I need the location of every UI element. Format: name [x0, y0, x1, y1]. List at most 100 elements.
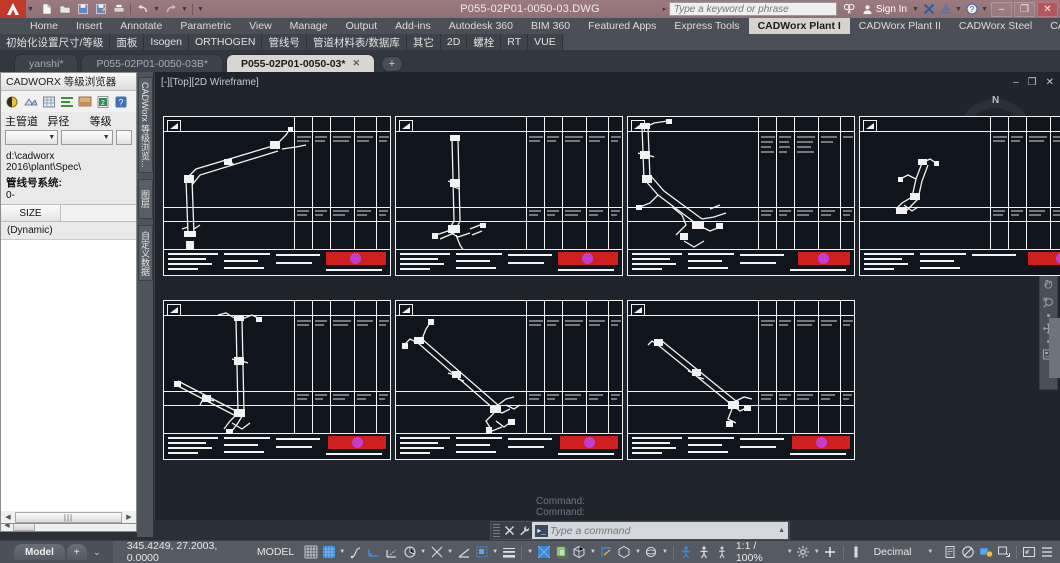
save-icon[interactable]: [74, 1, 91, 17]
close-icon[interactable]: [502, 523, 517, 538]
command-line[interactable]: ▸_ ▲: [490, 521, 790, 540]
annotation-dropdown-arrow[interactable]: ▼: [491, 543, 499, 562]
database-icon[interactable]: [41, 94, 56, 109]
undo-icon[interactable]: [134, 1, 151, 17]
infer-constraints-icon[interactable]: [347, 543, 364, 562]
command-input[interactable]: [550, 525, 778, 537]
search-input[interactable]: [674, 4, 832, 15]
workspace-dropdown-arrow[interactable]: ▼: [526, 543, 534, 562]
main-pipe-select[interactable]: ▼: [5, 130, 58, 145]
palette-horizontal-scrollbar[interactable]: ◀ ||| ▶: [0, 511, 137, 524]
selection-filtering-icon[interactable]: [616, 543, 633, 562]
search-icon[interactable]: [841, 1, 858, 17]
command-expand-icon[interactable]: ▲: [778, 527, 785, 534]
menu-item-rt[interactable]: RT: [501, 34, 528, 50]
document-tab-0050-03[interactable]: P055-02P01-0050-03* ✕: [226, 54, 375, 72]
lineweight-icon[interactable]: [500, 543, 517, 562]
hardware-accel-icon[interactable]: [848, 543, 865, 562]
new-file-icon[interactable]: [38, 1, 55, 17]
ribbon-tab-add-ins[interactable]: Add-ins: [386, 18, 440, 34]
ribbon-tab-cadworx-plant-ii[interactable]: CADWorx Plant II: [850, 18, 950, 34]
clean-screen-icon[interactable]: [995, 543, 1012, 562]
3d-object-snap-icon[interactable]: [571, 543, 588, 562]
annotation-scale-icon[interactable]: [678, 543, 695, 562]
drawing-sheet-tile[interactable]: [395, 300, 623, 460]
annotation-scale-value[interactable]: 1:1 / 100%: [732, 540, 785, 563]
annotation-visibility-toggle-icon[interactable]: [696, 543, 713, 562]
side-tab-spec-viewer[interactable]: CADWorx 等级浏览...: [138, 77, 153, 173]
open-file-icon[interactable]: [56, 1, 73, 17]
model-space-button[interactable]: MODEL: [250, 546, 301, 558]
document-tab-close-icon[interactable]: ✕: [352, 58, 360, 69]
quick-properties-icon[interactable]: [941, 543, 958, 562]
menu-item-isogen[interactable]: Isogen: [144, 34, 189, 50]
qat-dropdown-arrow[interactable]: ▼: [26, 0, 35, 18]
ribbon-tab-featured-apps[interactable]: Featured Apps: [579, 18, 665, 34]
ribbon-tab-home[interactable]: Home: [0, 18, 67, 34]
size-column-header[interactable]: SIZE: [1, 205, 61, 221]
maximize-button[interactable]: ❐: [1014, 2, 1035, 17]
layout-overflow-icon[interactable]: ⌄: [89, 544, 105, 560]
redo-dropdown-arrow[interactable]: ▼: [180, 0, 189, 18]
graphics-performance-icon[interactable]: [977, 543, 994, 562]
ribbon-tab-cadworx-steel[interactable]: CADWorx Steel: [950, 18, 1041, 34]
scroll-left-arrow[interactable]: ◀: [2, 511, 14, 523]
drawing-sheet-tile[interactable]: [627, 300, 855, 460]
import-icon[interactable]: [23, 94, 38, 109]
drawing-sheet-tile[interactable]: [859, 116, 1060, 276]
autodesk-360-dropdown-arrow[interactable]: ▼: [954, 0, 963, 18]
command-input-wrapper[interactable]: ▸_ ▲: [532, 522, 788, 539]
new-document-tab-button[interactable]: +: [381, 56, 403, 72]
drawing-minimize-button[interactable]: –: [1013, 77, 1019, 88]
exchange-apps-icon[interactable]: [920, 1, 937, 17]
infocenter-expand-arrow[interactable]: ▸: [660, 0, 669, 18]
menu-item-orthogen[interactable]: ORTHOGEN: [189, 34, 262, 50]
sign-in-dropdown-arrow[interactable]: ▼: [911, 0, 920, 18]
isometric-drafting-icon[interactable]: [401, 543, 418, 562]
customize-icon[interactable]: ▼: [196, 0, 205, 18]
scale-dropdown-arrow[interactable]: ▼: [786, 543, 794, 562]
drawing-restore-button[interactable]: ❐: [1028, 77, 1037, 88]
help-dropdown-arrow[interactable]: ▼: [980, 0, 989, 18]
ribbon-tab-cadworx-hvac[interactable]: CADWorx HVAC: [1041, 18, 1060, 34]
annotation-visibility-icon[interactable]: [473, 543, 490, 562]
polar-tracking-icon[interactable]: [383, 543, 400, 562]
plot-icon[interactable]: [110, 1, 127, 17]
grid-display-icon[interactable]: [302, 543, 319, 562]
object-snap-icon[interactable]: [455, 543, 472, 562]
ribbon-tab-express-tools[interactable]: Express Tools: [665, 18, 748, 34]
menu-item-others[interactable]: 其它: [407, 34, 441, 50]
redo-icon[interactable]: [162, 1, 179, 17]
help-icon[interactable]: ?: [113, 94, 128, 109]
drawing-sheet-tile[interactable]: [163, 116, 391, 276]
view-cube-north-label[interactable]: N: [992, 95, 999, 106]
dynamic-ucs-icon[interactable]: [598, 543, 615, 562]
menu-item-bom-database[interactable]: 管道材料表/数据库: [307, 34, 407, 50]
customization-icon[interactable]: [1039, 543, 1056, 562]
ribbon-tab-cadworx-plant-i[interactable]: CADWorx Plant I: [749, 18, 850, 34]
drawing-canvas[interactable]: TOP N S W E: [155, 92, 1060, 520]
menu-item-line-number[interactable]: 管线号: [262, 34, 307, 50]
save-as-icon[interactable]: [92, 1, 109, 17]
menu-item-bolts[interactable]: 螺栓: [467, 34, 501, 50]
menu-item-2d[interactable]: 2D: [441, 34, 467, 50]
pan-icon[interactable]: [1041, 276, 1056, 291]
command-line-drag-handle[interactable]: [493, 524, 500, 537]
autodesk-360-icon[interactable]: [937, 1, 954, 17]
search-field[interactable]: [669, 2, 837, 16]
wrench-icon[interactable]: [517, 523, 532, 538]
drawing-sheet-tile[interactable]: [627, 116, 855, 276]
fullscreen-icon[interactable]: [1021, 543, 1038, 562]
autocad-logo-button[interactable]: [0, 0, 26, 18]
model-tab[interactable]: Model: [14, 544, 65, 560]
spec-view-icon[interactable]: [5, 94, 20, 109]
drawing-sheet-tile[interactable]: [163, 300, 391, 460]
selection-cycling-icon[interactable]: [553, 543, 570, 562]
side-tab-layers[interactable]: 图层: [138, 179, 153, 219]
viewport-label[interactable]: [-][Top][2D Wireframe]: [161, 77, 259, 88]
canvas-vertical-scrollbar[interactable]: [1049, 318, 1060, 378]
scroll-thumb[interactable]: |||: [15, 512, 122, 523]
ribbon-tab-annotate[interactable]: Annotate: [111, 18, 171, 34]
ribbon-tab-autodesk-360[interactable]: Autodesk 360: [440, 18, 522, 34]
reducer-select[interactable]: ▼: [61, 130, 112, 145]
